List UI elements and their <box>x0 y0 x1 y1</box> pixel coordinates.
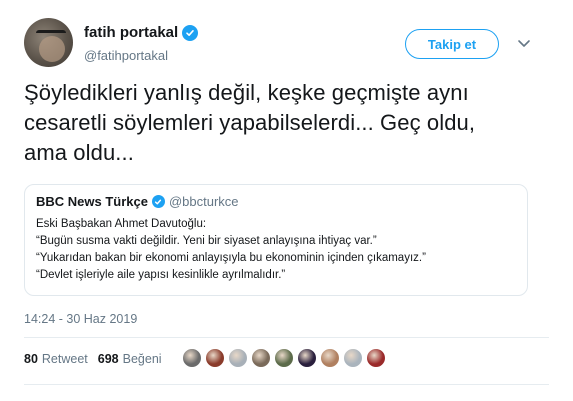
quoted-author-name: BBC News Türkçe <box>36 194 148 209</box>
quoted-tweet-header: BBC News Türkçe @bbcturkce <box>36 194 239 209</box>
retweet-stat[interactable]: 80 Retweet <box>24 352 88 366</box>
tweet-header: fatih portakal @fatihportakal Takip et <box>24 18 549 68</box>
liker-avatar[interactable] <box>251 348 271 368</box>
liker-avatar[interactable] <box>297 348 317 368</box>
divider <box>24 337 549 338</box>
avatar-glasses <box>36 30 66 40</box>
liker-avatar[interactable] <box>274 348 294 368</box>
author-name[interactable]: fatih portakal <box>84 24 178 41</box>
liker-avatar[interactable] <box>182 348 202 368</box>
retweet-label: Retweet <box>41 352 88 366</box>
quoted-author-handle: @bbcturkce <box>168 194 239 209</box>
liker-avatars <box>182 348 389 368</box>
follow-button[interactable]: Takip et <box>405 29 499 59</box>
verified-badge-icon <box>182 24 199 41</box>
quoted-tweet[interactable]: BBC News Türkçe @bbcturkce Eski Başbakan… <box>24 184 528 296</box>
liker-avatar[interactable] <box>366 348 386 368</box>
liker-avatar[interactable] <box>343 348 363 368</box>
divider <box>24 384 549 385</box>
tweet-text-line: Şöyledikleri yanlış değil, keşke geçmişt… <box>24 80 469 105</box>
chevron-down-icon[interactable] <box>517 38 531 48</box>
like-stat[interactable]: 698 Beğeni <box>98 352 162 366</box>
quoted-text-line: “Bugün susma vakti değildir. Yeni bir si… <box>36 235 377 247</box>
tweet-timestamp[interactable]: 14:24 - 30 Haz 2019 <box>24 312 137 326</box>
author-avatar[interactable] <box>24 18 73 67</box>
liker-avatar[interactable] <box>320 348 340 368</box>
tweet-text-line: cesaretli söylemleri yapabilselerdi... G… <box>24 110 476 135</box>
tweet-text: Şöyledikleri yanlış değil, keşke geçmişt… <box>24 78 549 168</box>
verified-badge-icon <box>151 195 165 208</box>
quoted-text-line: “Devlet işleriyle aile yapısı kesinlikle… <box>36 269 286 281</box>
tweet-text-line: ama oldu... <box>24 140 134 165</box>
author-handle[interactable]: @fatihportakal <box>84 48 168 63</box>
quoted-text-line: Eski Başbakan Ahmet Davutoğlu: <box>36 218 207 230</box>
quoted-text-line: “Yukarıdan bakan bir ekonomi anlayışıyla… <box>36 252 426 264</box>
retweet-count: 80 <box>24 352 38 366</box>
quoted-tweet-text: Eski Başbakan Ahmet Davutoğlu: “Bugün su… <box>36 216 426 284</box>
like-count: 698 <box>97 352 119 366</box>
tweet-stats: 80 Retweet 698 Beğeni <box>24 352 162 366</box>
liker-avatar[interactable] <box>205 348 225 368</box>
like-label: Beğeni <box>122 352 162 366</box>
liker-avatar[interactable] <box>228 348 248 368</box>
author-name-row[interactable]: fatih portakal <box>84 24 199 41</box>
